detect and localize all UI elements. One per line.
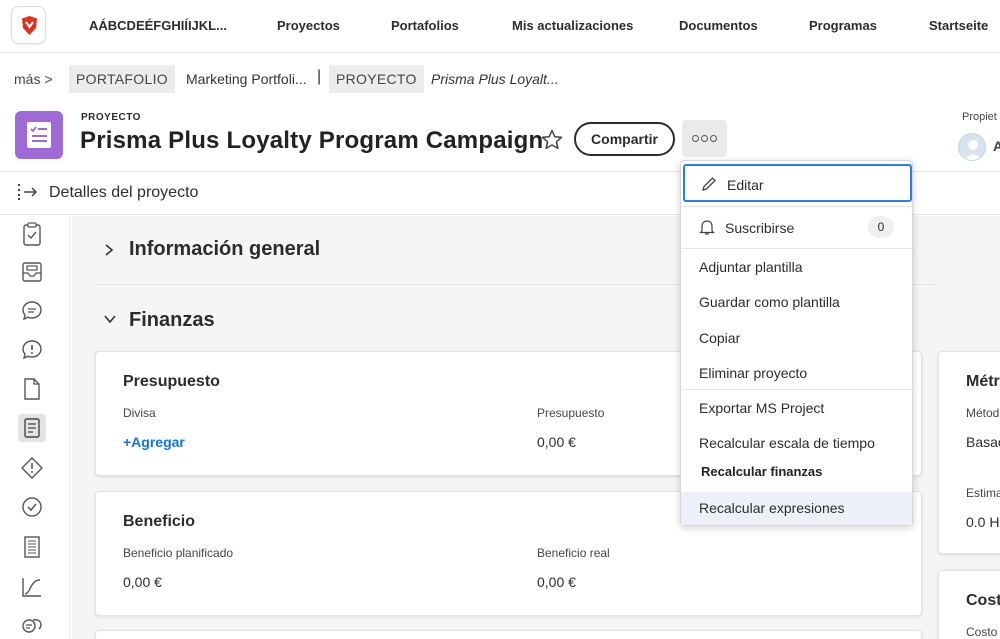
shield-logo-icon: [22, 16, 37, 35]
section-finance-title[interactable]: Finanzas: [129, 309, 215, 332]
nav-item-portafolios[interactable]: Portafolios: [391, 18, 459, 33]
more-options-menu: Editar Suscribirse 0 Adjuntar plantilla …: [680, 160, 913, 526]
menu-item-label: Recalcular escala de tiempo: [699, 435, 875, 451]
menu-item-label: Recalcular finanzas: [701, 464, 827, 479]
nav-item-startseite[interactable]: Startseite: [929, 18, 988, 33]
planned-benefit-label: Beneficio planificado: [123, 546, 234, 560]
avatar[interactable]: [958, 133, 986, 161]
app-logo[interactable]: [11, 6, 46, 44]
actual-benefit-label: Beneficio real: [537, 546, 610, 560]
inbox-icon[interactable]: [18, 258, 46, 286]
breadcrumb-project-link[interactable]: Prisma Plus Loyalt...: [431, 71, 559, 87]
menu-item-export-ms-project[interactable]: Exportar MS Project: [681, 392, 912, 426]
chevron-down-icon[interactable]: [103, 313, 117, 325]
budget-label: Presupuesto: [537, 406, 605, 420]
menu-item-label: Eliminar proyecto: [699, 365, 808, 381]
left-rail: [0, 216, 70, 639]
project-kicker: PROYECTO: [81, 112, 141, 123]
nav-item-mis-actualizaciones[interactable]: Mis actualizaciones: [512, 18, 633, 33]
warning-icon[interactable]: [18, 454, 46, 482]
alert-icon[interactable]: [18, 336, 46, 364]
ledger-icon[interactable]: [18, 533, 46, 561]
chat-bubbles-icon[interactable]: [18, 612, 46, 639]
project-icon: [15, 111, 63, 159]
cost-card-title: Costo: [966, 592, 1000, 609]
comment-icon[interactable]: [18, 297, 46, 325]
breadcrumb-portfolio-tag: PORTAFOLIO: [69, 65, 175, 93]
breadcrumb-separator: |: [317, 68, 322, 85]
menu-item-edit[interactable]: Editar: [683, 164, 912, 202]
breadcrumb: más > PORTAFOLIO Marketing Portfoli... |…: [0, 64, 1000, 94]
owner-label: Propiet: [962, 111, 997, 123]
dot-icon: [692, 135, 699, 142]
estimate-label: Estima: [966, 486, 1000, 500]
section-general-title[interactable]: Información general: [129, 238, 320, 261]
planned-benefit-value: 0,00 €: [123, 574, 162, 590]
breadcrumb-project-tag: PROYECTO: [329, 65, 424, 93]
favorite-star-icon[interactable]: [540, 128, 564, 152]
menu-item-label: Guardar como plantilla: [699, 294, 840, 310]
method-label: Métod: [966, 406, 1000, 420]
breadcrumb-portfolio-link[interactable]: Marketing Portfoli...: [186, 71, 307, 87]
estimate-value: 0.0 Hr: [966, 514, 1000, 530]
menu-item-label: Exportar MS Project: [699, 400, 825, 416]
bell-icon: [699, 220, 715, 235]
menu-item-label: Editar: [727, 177, 764, 193]
project-details-label[interactable]: Detalles del proyecto: [49, 184, 198, 202]
method-value: Basac: [966, 434, 1000, 450]
chart-icon[interactable]: [18, 573, 46, 601]
owner-name: A: [993, 138, 1000, 154]
menu-item-label: Copiar: [699, 330, 741, 346]
more-options-button[interactable]: [682, 120, 727, 157]
finance-card-partial: [95, 630, 922, 639]
menu-item-attach-template[interactable]: Adjuntar plantilla: [681, 251, 912, 285]
dot-icon: [701, 135, 708, 142]
page-title: Prisma Plus Loyalty Program Campaign: [80, 127, 544, 154]
menu-item-label: Recalcular expresiones: [699, 500, 845, 516]
menu-item-save-template[interactable]: Guardar como plantilla: [681, 286, 912, 320]
menu-divider: [682, 389, 913, 390]
breadcrumb-more[interactable]: más >: [14, 71, 53, 87]
subscribe-count-badge: 0: [868, 216, 894, 238]
metrics-card-title: Métr: [966, 373, 1000, 390]
menu-item-recalculate-timeline[interactable]: Recalcular escala de tiempo: [681, 427, 912, 461]
nav-item-proyectos[interactable]: Proyectos: [277, 18, 340, 33]
check-circle-icon[interactable]: [18, 493, 46, 521]
budget-card-title: Presupuesto: [123, 373, 220, 390]
form-icon[interactable]: [18, 414, 46, 442]
nav-item-programas[interactable]: Programas: [809, 18, 877, 33]
nav-item-documentos[interactable]: Documentos: [679, 18, 758, 33]
menu-item-recalculate-expressions[interactable]: Recalcular expresiones: [681, 492, 912, 525]
currency-label: Divisa: [123, 406, 156, 420]
menu-item-delete-project[interactable]: Eliminar proyecto: [681, 356, 912, 390]
add-currency-link[interactable]: +Agregar: [123, 434, 185, 450]
pencil-icon: [702, 177, 716, 191]
chevron-right-icon[interactable]: [103, 243, 115, 257]
list-collapse-icon[interactable]: [17, 183, 39, 201]
nav-item-alphabet[interactable]: AÁBCDEÉFGHIÍIJKL...: [89, 18, 227, 33]
project-checklist-icon: [27, 122, 51, 148]
budget-value: 0,00 €: [537, 434, 576, 450]
document-icon[interactable]: [18, 375, 46, 403]
menu-item-copy[interactable]: Copiar: [681, 321, 912, 355]
benefit-card-title: Beneficio: [123, 513, 196, 530]
menu-divider: [682, 248, 913, 249]
menu-item-label: Suscribirse: [725, 220, 795, 236]
top-navigation: AÁBCDEÉFGHIÍIJKL... Proyectos Portafolio…: [0, 0, 1000, 53]
checklist-icon[interactable]: [18, 219, 46, 247]
menu-item-subscribe[interactable]: Suscribirse 0: [681, 207, 912, 248]
dot-icon: [710, 135, 717, 142]
share-button[interactable]: Compartir: [574, 122, 675, 156]
menu-item-recalculate-finance[interactable]: Recalcular finanzas: [681, 461, 912, 491]
menu-item-label: Adjuntar plantilla: [699, 259, 803, 275]
actual-benefit-value: 0,00 €: [537, 574, 576, 590]
cost-label: Costo: [966, 625, 998, 639]
